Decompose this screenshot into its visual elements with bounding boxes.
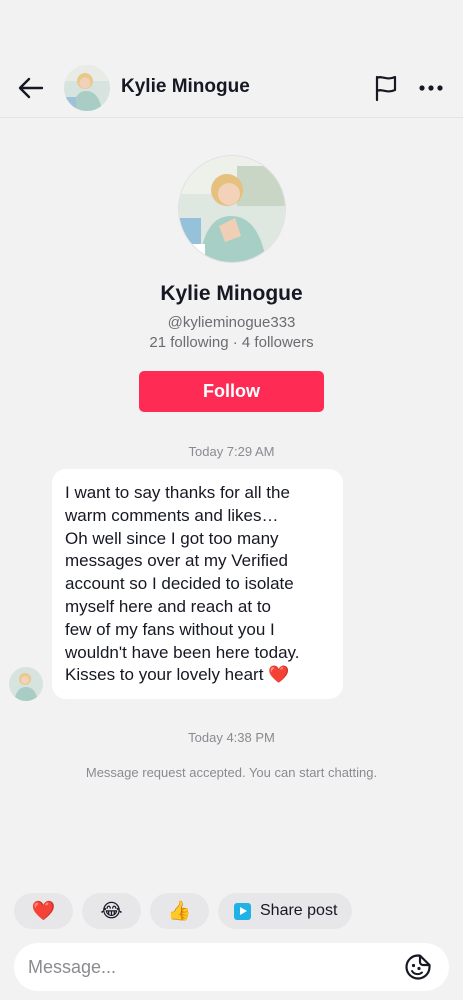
quick-reply-laugh[interactable]: 😂 (82, 893, 141, 929)
contact-name[interactable]: Kylie Minogue (121, 76, 250, 98)
heart-emoji-icon: ❤️ (31, 901, 56, 922)
message-timestamp: Today 7:29 AM (188, 444, 275, 459)
message-bubble[interactable]: I want to say thanks for all the warm co… (52, 469, 343, 699)
flag-icon[interactable] (372, 73, 400, 103)
message-line: Oh well since I got too many (65, 528, 279, 548)
message-line: myself here and reach at to (65, 596, 272, 616)
more-icon[interactable] (417, 76, 447, 100)
message-line: Kisses to your lovely heart ❤️ (65, 665, 290, 685)
follow-button[interactable]: Follow (139, 371, 324, 412)
profile-stats: 21 following · 4 followers (149, 334, 314, 351)
message-line: warm comments and likes… (65, 505, 279, 525)
chat-screen: Kylie Minogue Kylie Minogue @kylieminogu… (0, 0, 463, 1000)
message-line: I want to say thanks for all the (65, 483, 290, 502)
quick-reply-heart[interactable]: ❤️ (14, 893, 73, 929)
share-post-label: Share post (260, 902, 338, 919)
thumbs-up-emoji-icon: 👍 (167, 901, 192, 922)
message-line: few of my fans without you I (65, 619, 275, 639)
profile-handle: @kylieminogue333 (167, 314, 296, 331)
message-line: messages over at my Verified (65, 551, 288, 571)
share-post-button[interactable]: Share post (218, 893, 352, 929)
profile-avatar[interactable] (178, 155, 286, 263)
message-line: account so I decided to isolate (65, 574, 294, 594)
message-timestamp: Today 4:38 PM (188, 730, 275, 745)
laughing-emoji-icon: 😂 (100, 900, 123, 922)
quick-reply-thumbs-up[interactable]: 👍 (150, 893, 209, 929)
sender-avatar[interactable] (9, 667, 43, 701)
profile-name: Kylie Minogue (160, 282, 303, 305)
system-note: Message request accepted. You can start … (85, 765, 378, 780)
play-icon (234, 902, 251, 920)
message-line: wouldn't have been here today. (65, 642, 300, 662)
chat-header: Kylie Minogue (0, 58, 463, 118)
message-composer (14, 943, 449, 991)
message-input[interactable] (28, 943, 398, 991)
back-arrow-icon[interactable] (16, 73, 46, 103)
header-avatar[interactable] (64, 65, 110, 111)
sticker-icon[interactable] (404, 953, 432, 981)
